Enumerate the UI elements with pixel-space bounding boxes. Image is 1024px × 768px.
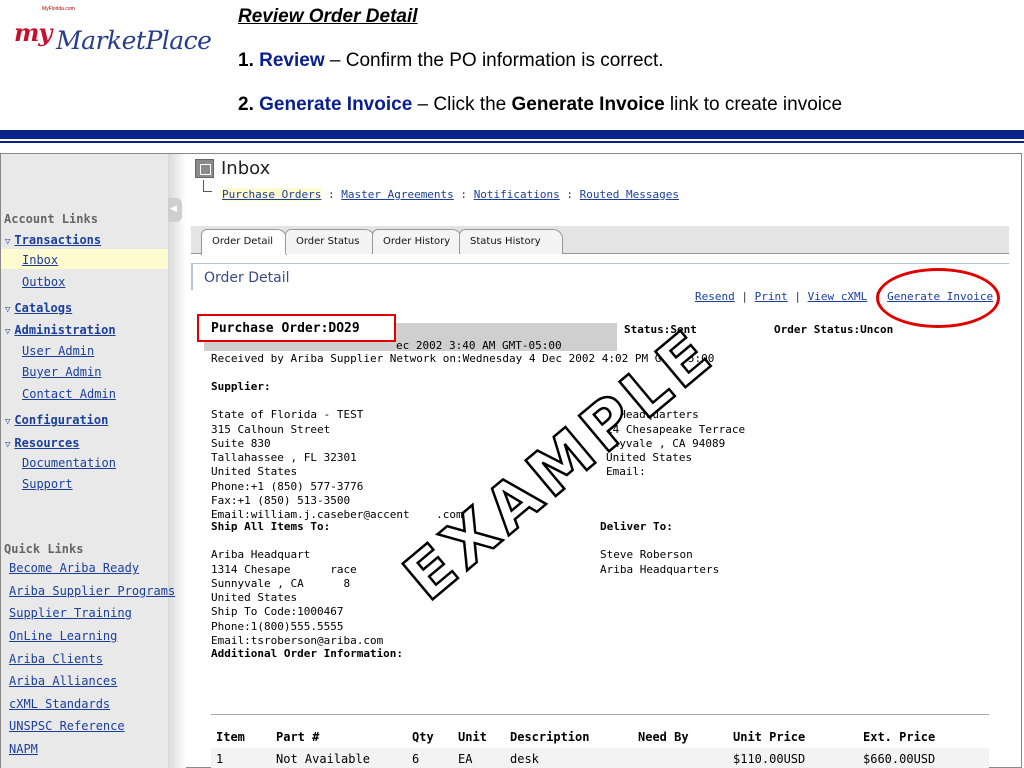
quick-link[interactable]: Ariba Clients xyxy=(9,652,103,666)
deliver-to-address: Steve Roberson Ariba Headquarters xyxy=(600,548,720,576)
purchase-order-number: Purchase Order:DO29 xyxy=(197,314,396,342)
myflorida-marketplace-logo: MyFlorida.com my MarketPlace xyxy=(8,6,212,62)
col-header-unit: Unit xyxy=(458,730,487,744)
expand-triangle-icon: ▽ xyxy=(5,237,11,247)
expand-triangle-icon: ▽ xyxy=(5,417,11,427)
col-header-part: Part # xyxy=(276,730,320,744)
subnav-routed-messages[interactable]: Routed Messages xyxy=(580,188,679,201)
cell-part: Not Available xyxy=(276,752,370,766)
slide-title: Review Order Detail xyxy=(238,6,418,27)
nav-user-admin[interactable]: User Admin xyxy=(22,344,94,358)
sidebar-collapse-handle[interactable]: ◀ xyxy=(168,198,182,222)
nav-resources[interactable]: ▽ Resources xyxy=(5,436,79,450)
supplier-address: State of Florida - TEST 315 Calhoun Stree… xyxy=(211,408,463,522)
inbox-subnav: Purchase Orders : Master Agreements : No… xyxy=(222,188,679,201)
quick-link[interactable]: Become Ariba Ready xyxy=(9,561,139,575)
col-header-description: Description xyxy=(510,730,590,744)
subnav-notifications[interactable]: Notifications xyxy=(474,188,560,201)
cell-qty: 6 xyxy=(412,752,420,766)
col-header-qty: Qty xyxy=(412,730,434,744)
logo-my: my xyxy=(14,18,52,47)
quick-link[interactable]: Supplier Training xyxy=(9,606,132,620)
col-header-item: Item xyxy=(216,730,245,744)
inbox-title: Inbox xyxy=(221,158,271,179)
items-table-rule xyxy=(211,714,989,715)
nav-inbox[interactable]: Inbox xyxy=(22,253,58,267)
highlight-oval xyxy=(876,268,1000,328)
logo-marketplace: MarketPlace xyxy=(56,26,212,55)
nav-outbox[interactable]: Outbox xyxy=(22,275,65,289)
cell-unit: EA xyxy=(458,752,473,766)
nav-transactions[interactable]: ▽ Transactions xyxy=(5,233,101,247)
section-rule-left xyxy=(191,264,193,290)
cell-item: 1 xyxy=(216,752,224,766)
cell-ext-price: $660.00USD xyxy=(863,752,936,766)
step-generate-invoice: 2. Generate Invoice – Click the Generate… xyxy=(238,94,843,115)
quick-link[interactable]: Ariba Alliances xyxy=(9,674,117,688)
header-rule-thin xyxy=(0,141,1024,143)
logo-subtext: MyFlorida.com xyxy=(42,6,75,12)
quick-link[interactable]: Ariba Supplier Programs xyxy=(9,584,175,598)
nav-support[interactable]: Support xyxy=(22,477,73,491)
quick-link[interactable]: NAPM xyxy=(9,742,38,756)
expand-triangle-icon: ▽ xyxy=(5,327,11,337)
subnav-master-agreements[interactable]: Master Agreements xyxy=(341,188,454,201)
tree-connector xyxy=(203,180,212,192)
collapse-arrow-icon: ◀ xyxy=(170,203,177,213)
expand-triangle-icon: ▽ xyxy=(5,305,11,315)
tab-status-history[interactable]: Status History xyxy=(459,229,563,254)
supplier-label: Supplier: xyxy=(211,380,271,393)
header-rule-thick xyxy=(0,130,1024,139)
subnav-purchase-orders[interactable]: Purchase Orders xyxy=(222,188,322,201)
quick-link[interactable]: OnLine Learning xyxy=(9,629,117,643)
quick-link[interactable]: cXML Standards xyxy=(9,697,110,711)
inbox-icon xyxy=(195,159,214,178)
view-cxml-link[interactable]: View cXML xyxy=(808,290,868,303)
quick-link[interactable]: UNSPSC Reference xyxy=(9,719,125,733)
nav-catalogs[interactable]: ▽ Catalogs xyxy=(5,301,72,315)
nav-documentation[interactable]: Documentation xyxy=(22,456,116,470)
quick-links-heading: Quick Links xyxy=(4,542,84,556)
deliver-to-label: Deliver To: xyxy=(600,520,673,533)
tab-bar: Order Detail Order Status Order History … xyxy=(191,226,1009,255)
tab-order-status[interactable]: Order Status xyxy=(285,229,375,254)
col-header-ext-price: Ext. Price xyxy=(863,730,936,744)
ship-to-label: Ship All Items To: xyxy=(211,520,331,533)
cell-description: desk xyxy=(510,752,539,766)
nav-configuration[interactable]: ▽ Configuration xyxy=(5,413,108,427)
nav-contact-admin[interactable]: Contact Admin xyxy=(22,387,116,401)
section-rule xyxy=(191,263,1009,264)
tab-order-detail[interactable]: Order Detail xyxy=(201,229,287,255)
col-header-need-by: Need By xyxy=(638,730,689,744)
nav-administration[interactable]: ▽ Administration xyxy=(5,323,116,337)
col-header-unit-price: Unit Price xyxy=(733,730,806,744)
order-status: Order Status:Uncon xyxy=(774,323,894,336)
order-detail-heading: Order Detail xyxy=(204,270,290,286)
nav-buyer-admin[interactable]: Buyer Admin xyxy=(22,365,101,379)
step-review: 1. Review – Confirm the PO information i… xyxy=(238,50,664,71)
expand-triangle-icon: ▽ xyxy=(5,440,11,450)
account-links-heading: Account Links xyxy=(4,212,98,226)
cell-unit-price: $110.00USD xyxy=(733,752,806,766)
tab-order-history[interactable]: Order History xyxy=(372,229,462,254)
sidebar-edge xyxy=(168,154,186,768)
